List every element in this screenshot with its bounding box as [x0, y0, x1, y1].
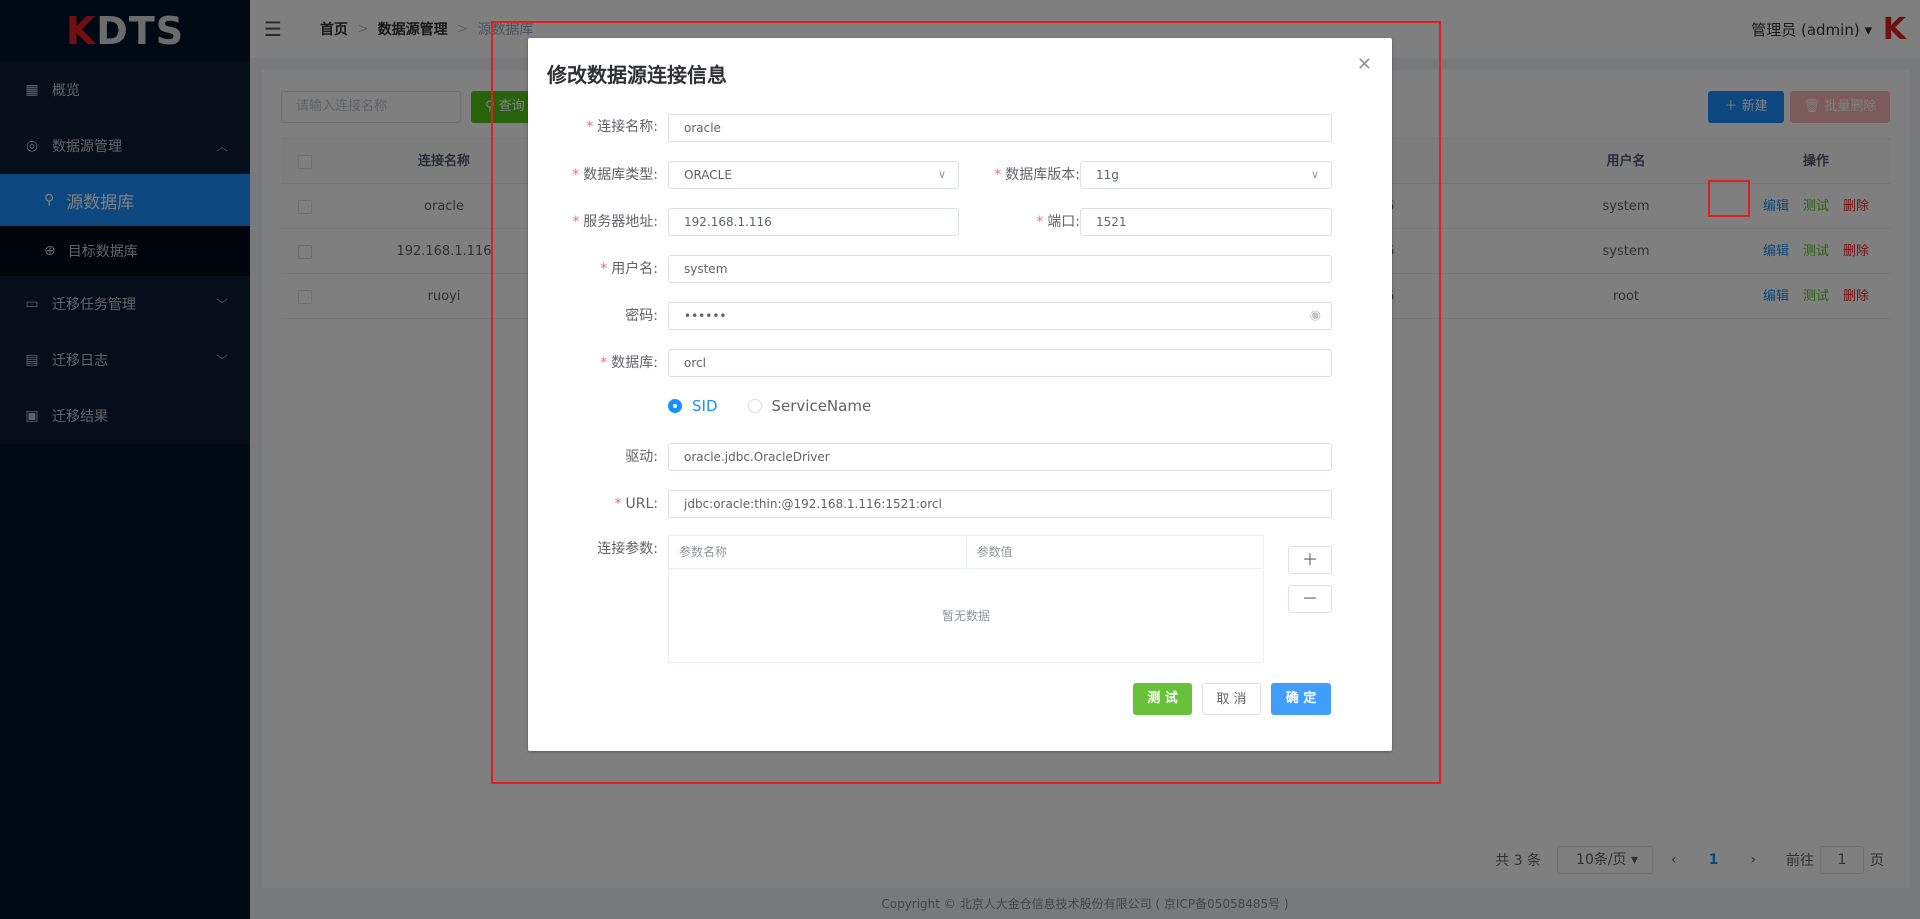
edit-highlight-box — [1708, 180, 1750, 217]
app: KDTS ▦ 概览 ◎ 数据源管理 ︿ ⚲ 源数据库 ⊕ 目标数据库 ▭ 迁移任… — [0, 0, 1920, 919]
dialog-highlight-box — [491, 21, 1441, 784]
